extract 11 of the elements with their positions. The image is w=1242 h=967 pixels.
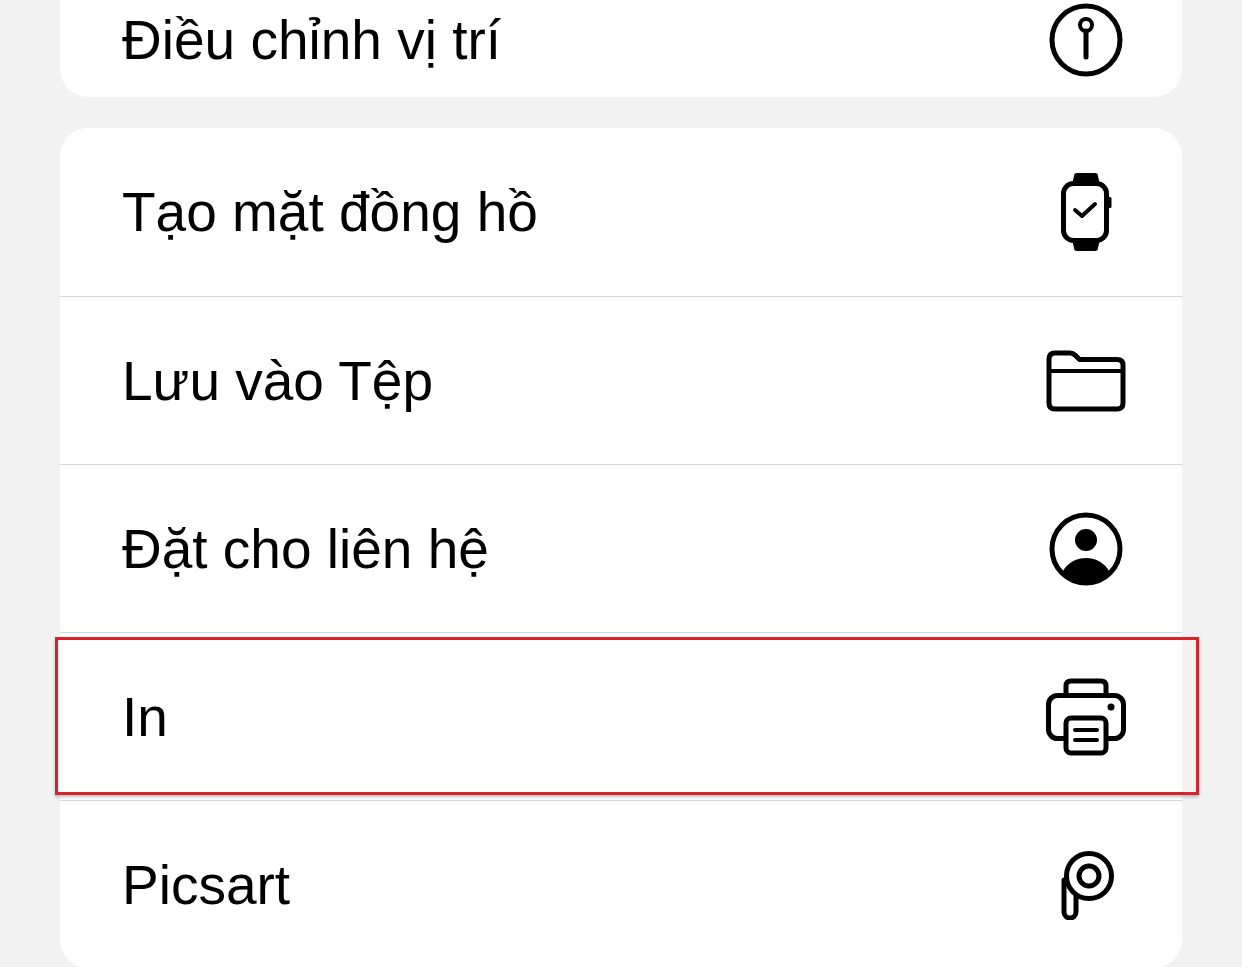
menu-item[interactable]: Picsart [60, 800, 1182, 967]
folder-icon [1046, 349, 1126, 412]
menu-item[interactable]: Lưu vào Tệp [60, 296, 1182, 464]
menu-item[interactable]: Đặt cho liên hệ [60, 464, 1182, 632]
smartwatch-icon [1060, 173, 1112, 251]
menu-item[interactable]: Điều chỉnh vị trí [60, 0, 1182, 80]
pin-circle-icon [1049, 3, 1123, 77]
menu-item[interactable]: In [60, 632, 1182, 800]
printer-icon [1045, 677, 1127, 756]
person-circle-icon [1049, 511, 1123, 586]
menu-item[interactable]: Tạo mặt đồng hồ [60, 128, 1182, 296]
